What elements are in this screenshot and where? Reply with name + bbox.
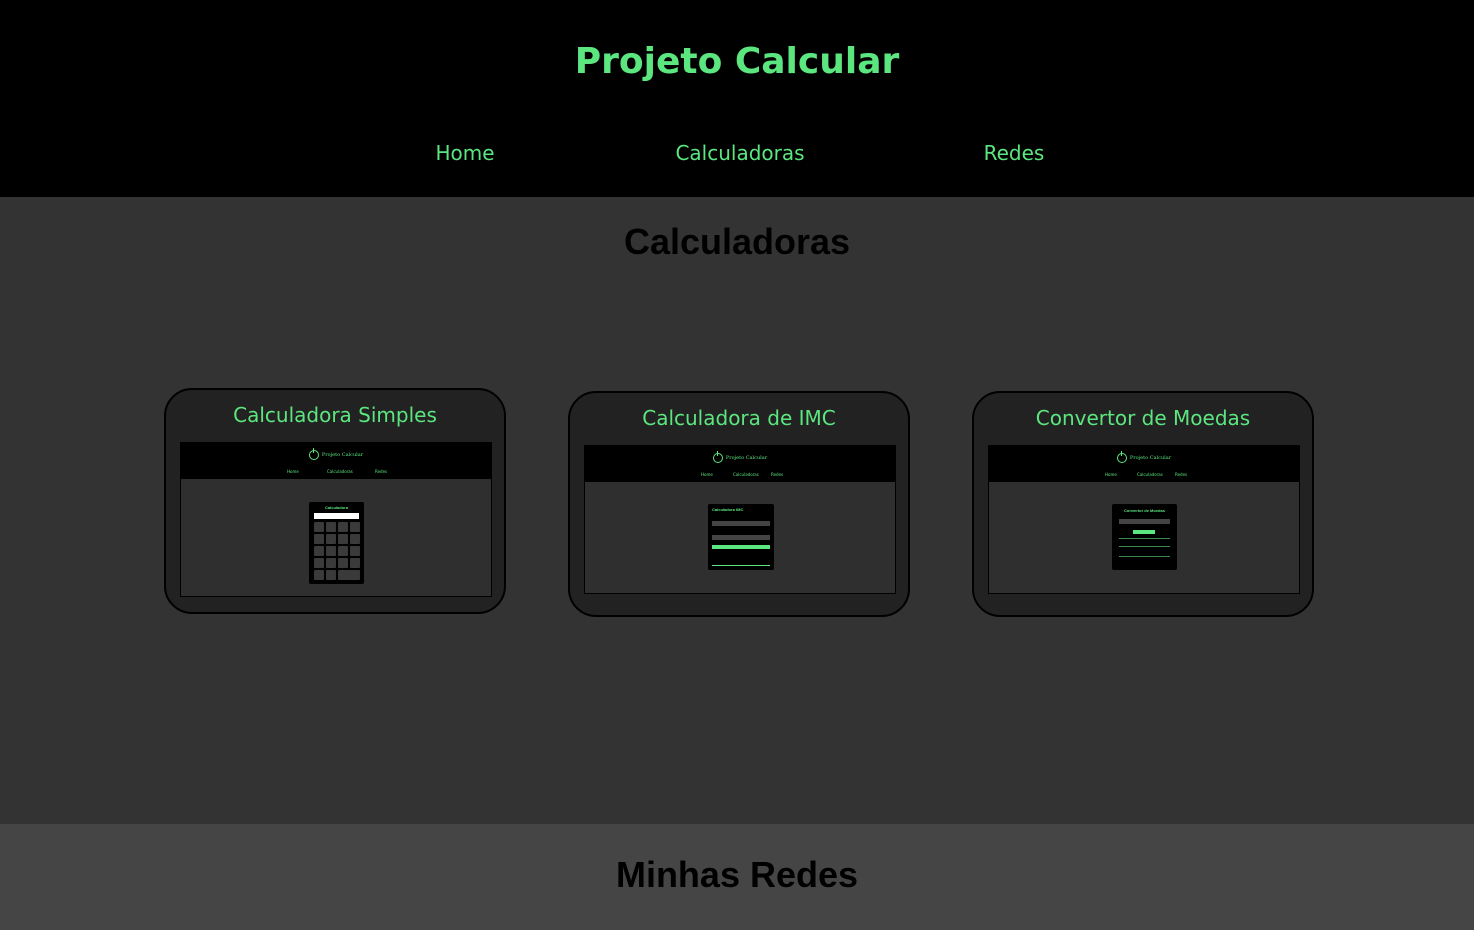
preview-header: Projeto Calcular Home Calculadoras Redes xyxy=(585,446,895,482)
card-title: Convertor de Moedas xyxy=(1035,406,1251,430)
card-title: Calculadora de IMC xyxy=(642,406,836,430)
nav-link-redes[interactable]: Redes xyxy=(894,139,1134,167)
redes-heading: Minhas Redes xyxy=(615,854,859,895)
preview-calculator: Calculadora xyxy=(309,502,364,584)
calculadoras-heading: Calculadoras xyxy=(623,221,851,262)
preview-brand: Projeto Calcular xyxy=(181,447,491,461)
power-icon xyxy=(1116,450,1127,463)
preview-brand: Projeto Calcular xyxy=(989,450,1299,464)
card-title: Calculadora Simples xyxy=(233,403,437,427)
calculadoras-section: Calculadoras Calculadora Simples Projeto… xyxy=(0,197,1474,824)
site-title: Projeto Calcular xyxy=(574,41,900,82)
preview-imc-calculator: Calculadora IMC xyxy=(708,504,774,570)
preview-currency-converter: Convertor de Moedas xyxy=(1112,504,1177,570)
redes-section: Minhas Redes xyxy=(0,824,1474,930)
preview-brand: Projeto Calcular xyxy=(585,450,895,464)
power-icon xyxy=(712,450,723,463)
nav-link-calculadoras[interactable]: Calculadoras xyxy=(620,139,860,167)
card-preview-image: Projeto Calcular Home Calculadoras Redes… xyxy=(988,445,1300,594)
preview-header: Projeto Calcular Home Calculadoras Redes xyxy=(181,443,491,479)
card-calculadora-simples[interactable]: Calculadora Simples Projeto Calcular Hom… xyxy=(164,388,506,614)
site-header: Projeto Calcular Home Calculadoras Redes xyxy=(0,0,1474,197)
preview-header: Projeto Calcular Home Calculadoras Redes xyxy=(989,446,1299,482)
card-preview-image: Projeto Calcular Home Calculadoras Redes… xyxy=(180,442,492,597)
card-calculadora-imc[interactable]: Calculadora de IMC Projeto Calcular Home… xyxy=(568,391,910,617)
power-icon xyxy=(308,447,319,460)
card-convertor-moedas[interactable]: Convertor de Moedas Projeto Calcular Hom… xyxy=(972,391,1314,617)
nav-link-home[interactable]: Home xyxy=(345,139,585,167)
card-preview-image: Projeto Calcular Home Calculadoras Redes… xyxy=(584,445,896,594)
